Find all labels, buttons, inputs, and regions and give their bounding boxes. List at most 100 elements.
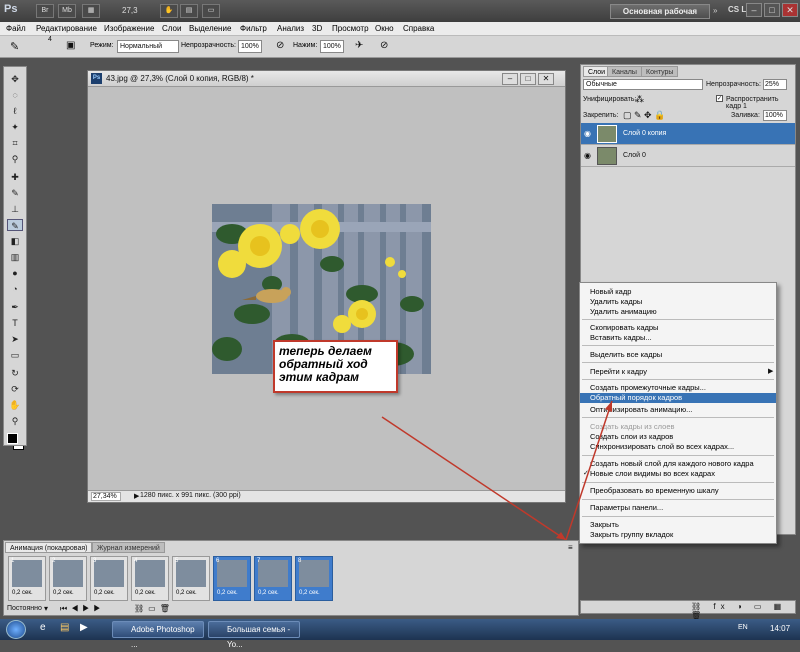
explorer-icon[interactable]: ▤ xyxy=(60,622,69,633)
menu-copy-frames[interactable]: Скопировать кадры xyxy=(580,323,776,333)
menu-image[interactable]: Изображение xyxy=(104,24,154,33)
3d-orbit-tool-icon[interactable]: ⟳ xyxy=(7,383,23,395)
tab-measurement-log[interactable]: Журнал измерений xyxy=(92,542,165,553)
animation-frame[interactable]: 4 0,2 сек. xyxy=(131,556,169,601)
mini-bridge-button[interactable]: Mb xyxy=(58,4,76,18)
doc-minimize-icon[interactable]: – xyxy=(502,73,518,85)
playback-controls-icon[interactable]: ⏮◀▶▶ xyxy=(60,604,105,614)
frame-tools-icon[interactable]: ⛓▭🗑 xyxy=(134,604,174,613)
clock[interactable]: 14:07 xyxy=(770,624,790,633)
unify-position-icon[interactable]: ⁂ xyxy=(635,94,644,105)
menu-edit[interactable]: Редактирование xyxy=(36,24,97,33)
layer-opacity-input[interactable]: 25% xyxy=(763,79,787,90)
zoom-level[interactable]: 27,3 xyxy=(122,6,138,15)
menu-select-all-frames[interactable]: Выделить все кадры xyxy=(580,350,776,360)
animation-frame[interactable]: 1 0,2 сек. xyxy=(8,556,46,601)
workspace-button[interactable]: Основная рабочая среда xyxy=(610,4,710,29)
menu-select[interactable]: Выделение xyxy=(189,24,231,33)
menu-3d[interactable]: 3D xyxy=(312,24,322,33)
taskbar-photoshop[interactable]: Adobe Photoshop ... xyxy=(112,621,204,649)
menu-close-tab-group[interactable]: Закрыть группу вкладок xyxy=(580,530,776,540)
type-tool-icon[interactable]: T xyxy=(7,317,23,329)
view-extras-button[interactable]: ▦ xyxy=(82,4,100,18)
panel-menu-icon[interactable]: ≡ xyxy=(568,543,573,552)
foreground-color-swatch[interactable] xyxy=(7,433,18,444)
animation-frame[interactable]: 7 0,2 сек. xyxy=(254,556,292,601)
crop-tool-icon[interactable]: ⌗ xyxy=(7,137,23,149)
layer-footer-icons[interactable]: ⛓ fx ◑ ▭ ▦ 🗑 xyxy=(691,602,795,620)
menu-file[interactable]: Файл xyxy=(6,24,26,33)
zoom-tool-icon[interactable]: ⚲ xyxy=(7,415,23,427)
animation-frame[interactable]: 8 0,2 сек. xyxy=(295,556,333,601)
menu-panel-options[interactable]: Параметры панели... xyxy=(580,503,776,513)
pen-tool-icon[interactable]: ✒ xyxy=(7,301,23,313)
minimize-icon[interactable]: – xyxy=(746,3,762,17)
tab-animation[interactable]: Анимация (покадровая) xyxy=(5,542,93,553)
eye-icon[interactable]: ◉ xyxy=(584,151,591,160)
pressure-input[interactable]: 100% xyxy=(320,40,344,53)
menu-help[interactable]: Справка xyxy=(403,24,434,33)
brush-size[interactable]: 4 xyxy=(48,36,52,43)
shape-tool-icon[interactable]: ▭ xyxy=(7,349,23,361)
menu-analysis[interactable]: Анализ xyxy=(277,24,304,33)
propagate-checkbox[interactable]: ✓ xyxy=(716,95,723,102)
hand-tool-button[interactable]: ✋ xyxy=(160,4,178,18)
eye-icon[interactable]: ◉ xyxy=(584,129,591,138)
animation-frame[interactable]: 3 0,2 сек. xyxy=(90,556,128,601)
mode-select[interactable]: Нормальный xyxy=(117,40,179,53)
menu-new-frame[interactable]: Новый кадр xyxy=(580,287,776,297)
menu-view[interactable]: Просмотр xyxy=(332,24,369,33)
menu-paste-frames[interactable]: Вставить кадры... xyxy=(580,333,776,343)
close-icon[interactable]: ✕ xyxy=(782,3,798,17)
start-button[interactable] xyxy=(6,620,26,639)
layer-name[interactable]: Слой 0 xyxy=(623,152,646,159)
move-tool-icon[interactable]: ✥ xyxy=(7,73,23,85)
menu-window[interactable]: Окно xyxy=(375,24,394,33)
eyedropper-tool-icon[interactable]: ⚲ xyxy=(7,153,23,165)
doc-close-icon[interactable]: ✕ xyxy=(538,73,554,85)
history-brush-tool-icon[interactable]: ✎ xyxy=(7,219,23,231)
menu-delete-frames[interactable]: Удалить кадры xyxy=(580,297,776,307)
opacity-input[interactable]: 100% xyxy=(238,40,262,53)
loop-dropdown-icon[interactable]: ▾ xyxy=(44,604,48,613)
doc-arrow-icon[interactable]: ▶ xyxy=(134,492,139,500)
layer-row[interactable]: ◉ Слой 0 xyxy=(581,145,795,167)
marquee-tool-icon[interactable]: ◌ xyxy=(7,89,23,101)
gradient-tool-icon[interactable]: ▥ xyxy=(7,251,23,263)
menu-tween[interactable]: Создать промежуточные кадры... xyxy=(580,383,776,393)
ie-icon[interactable]: e xyxy=(40,622,46,633)
menu-reverse-frames[interactable]: Обратный порядок кадров xyxy=(580,393,776,403)
fill-input[interactable]: 100% xyxy=(763,110,787,121)
blur-tool-icon[interactable]: ● xyxy=(7,267,23,279)
doc-maximize-icon[interactable]: □ xyxy=(520,73,536,85)
maximize-icon[interactable]: □ xyxy=(764,3,780,17)
menu-optimize-animation[interactable]: Оптимизировать анимацию... xyxy=(580,405,776,415)
animation-frame[interactable]: 5 0,2 сек. xyxy=(172,556,210,601)
menu-new-layers-visible[interactable]: Новые слои видимы во всех кадрах xyxy=(580,469,776,479)
workspace-menu-arrow-icon[interactable]: » xyxy=(713,6,717,15)
quick-select-tool-icon[interactable]: ✦ xyxy=(7,121,23,133)
brush-tool-icon[interactable]: ✎ xyxy=(10,40,19,53)
language-indicator[interactable]: EN xyxy=(738,624,748,631)
layer-row[interactable]: ◉ Слой 0 копия xyxy=(581,123,795,145)
loop-select[interactable]: Постоянно xyxy=(7,605,42,612)
hand-tool-icon[interactable]: ✋ xyxy=(7,399,23,411)
menu-filter[interactable]: Фильтр xyxy=(240,24,267,33)
healing-tool-icon[interactable]: ✚ xyxy=(7,171,23,183)
pressure-opacity-icon[interactable]: ⊘ xyxy=(276,40,284,51)
airbrush-icon[interactable]: ✈ xyxy=(355,40,363,51)
layer-name[interactable]: Слой 0 копия xyxy=(623,130,666,137)
menu-flatten-frames-into-layers[interactable]: Создать слои из кадров xyxy=(580,432,776,442)
tab-channels[interactable]: Каналы xyxy=(607,66,642,77)
menu-layers[interactable]: Слои xyxy=(162,24,181,33)
menu-convert-to-timeline[interactable]: Преобразовать во временную шкалу xyxy=(580,486,776,496)
menu-new-layer-each-frame[interactable]: Создать новый слой для каждого нового ка… xyxy=(580,459,776,469)
pressure-size-icon[interactable]: ⊘ xyxy=(380,40,388,51)
menu-go-to-frame[interactable]: Перейти к кадру xyxy=(580,367,776,377)
screen-mode-button[interactable]: ▭ xyxy=(202,4,220,18)
lock-icons[interactable]: ▢ ✎ ✥ 🔒 xyxy=(623,110,665,121)
lasso-tool-icon[interactable]: ℓ xyxy=(7,105,23,117)
tab-layers[interactable]: Слои xyxy=(583,66,611,77)
arrange-documents-button[interactable]: ▤ xyxy=(180,4,198,18)
dodge-tool-icon[interactable]: ◔ xyxy=(7,283,23,295)
